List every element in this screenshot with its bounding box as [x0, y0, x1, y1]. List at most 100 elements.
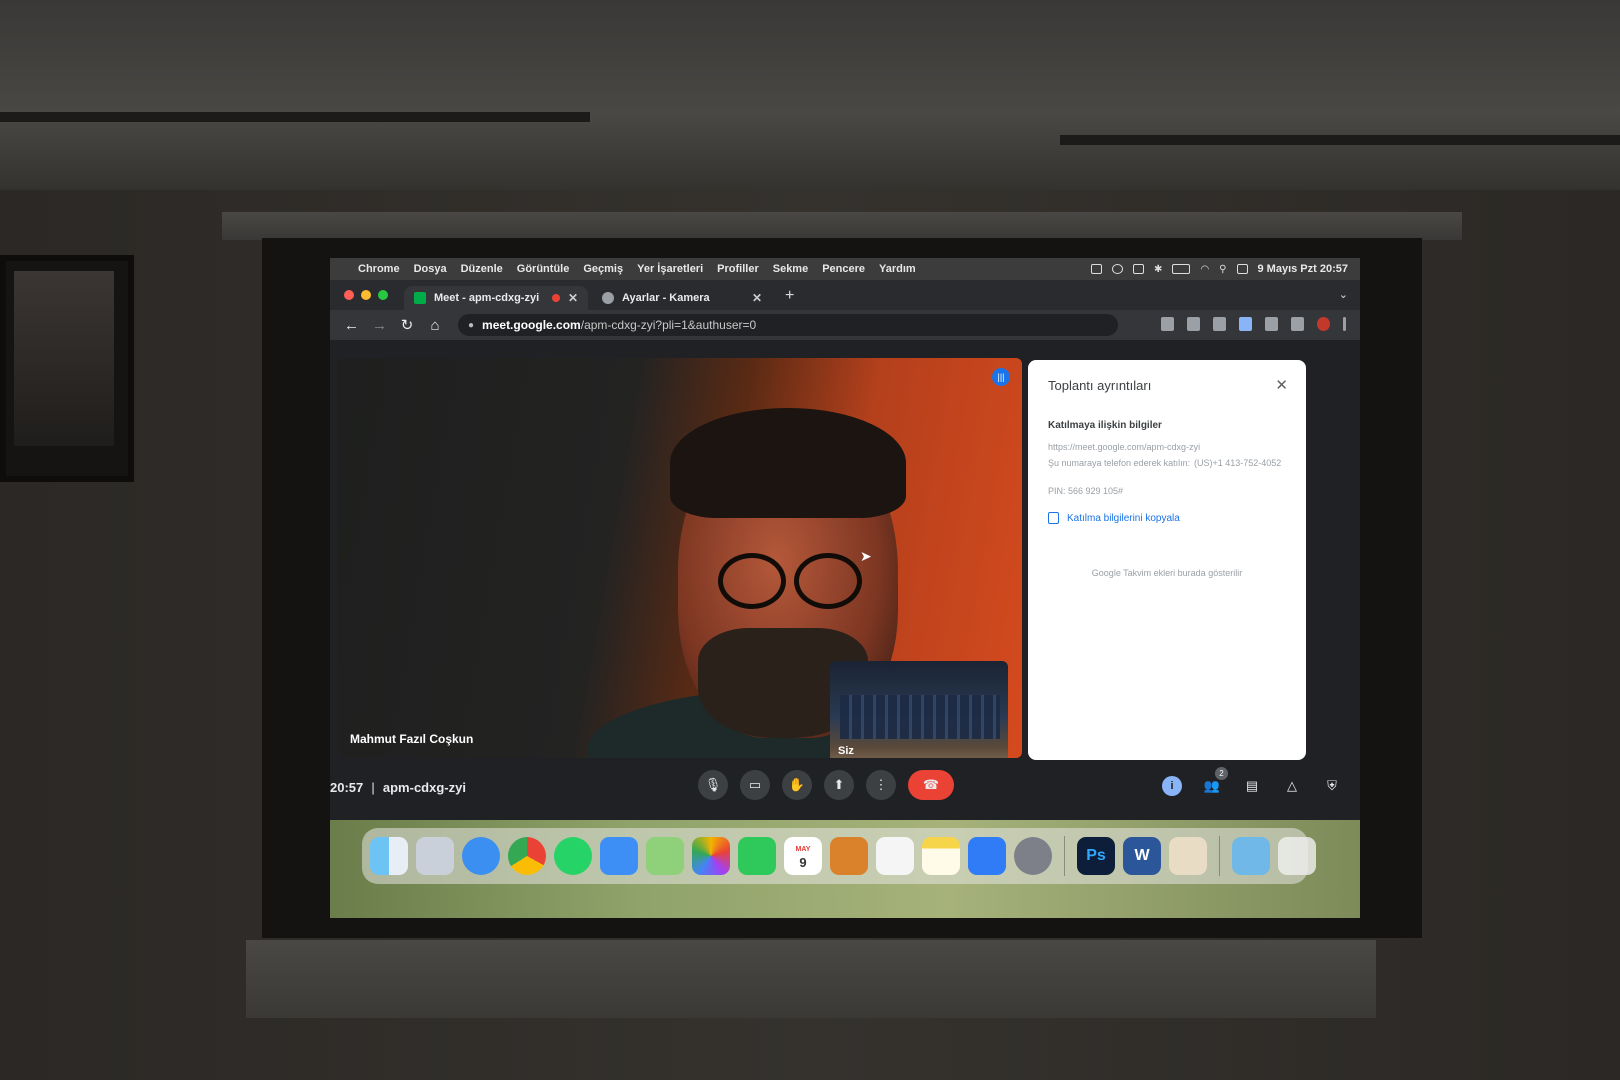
close-tab-icon[interactable]: ✕ [568, 291, 578, 305]
dial-in-pin: PIN: 566 929 105# [1048, 486, 1124, 496]
app-store-icon[interactable] [968, 837, 1006, 875]
home-button[interactable]: ⌂ [428, 317, 442, 334]
ceiling-light-strip [1060, 135, 1620, 145]
speaker-glasses [718, 553, 786, 609]
contacts-icon[interactable] [830, 837, 868, 875]
meeting-time: 20:57 [330, 780, 364, 795]
control-center-icon[interactable] [1236, 264, 1248, 274]
menu-item-duzenle[interactable]: Düzenle [461, 263, 503, 275]
safari-icon[interactable] [462, 837, 500, 875]
menu-item-goruntule[interactable]: Görüntüle [517, 263, 570, 275]
address-bar[interactable]: ● meet.google.com /apm-cdxg-zyi?pli=1&au… [458, 314, 1118, 336]
side-panel-icon[interactable] [1291, 317, 1304, 331]
close-panel-icon[interactable]: ✕ [1275, 376, 1288, 394]
share-icon[interactable] [1187, 317, 1200, 331]
tab-meet[interactable]: Meet - apm-cdxg-zyi ✕ [404, 286, 588, 310]
word-icon[interactable]: W [1123, 837, 1161, 875]
microphone-button[interactable]: 🎙 [698, 770, 728, 800]
host-controls-button[interactable]: ⛨ [1322, 776, 1342, 796]
gear-icon [602, 292, 614, 304]
speaker-name-label: Mahmut Fazıl Coşkun [350, 732, 474, 746]
tab-search-icon[interactable]: ⌄ [1339, 288, 1348, 301]
close-tab-icon[interactable]: ✕ [752, 291, 762, 305]
dock: MAY 9 Ps W [362, 828, 1316, 884]
tab-strip: Meet - apm-cdxg-zyi ✕ Ayarlar - Kamera ✕… [330, 280, 1360, 310]
extensions-puzzle-icon[interactable] [1265, 317, 1278, 331]
downloads-folder-icon[interactable] [1232, 837, 1270, 875]
menu-item-yer-isaretleri[interactable]: Yer İşaretleri [637, 263, 703, 275]
meeting-link[interactable]: https://meet.google.com/apm-cdxg-zyi [1048, 442, 1200, 452]
camera-button[interactable]: ▭ [740, 770, 770, 800]
system-preferences-icon[interactable] [1014, 837, 1052, 875]
wall-portrait [0, 255, 134, 482]
photos-icon[interactable] [692, 837, 730, 875]
meeting-info: 20:57 | apm-cdxg-zyi [330, 780, 466, 795]
copy-join-info-button[interactable]: Katılma bilgilerini kopyala [1048, 512, 1180, 524]
side-controls: i 👥 2 ▤ △ ⛨ [1162, 767, 1342, 796]
photoshop-icon[interactable]: Ps [1077, 837, 1115, 875]
meeting-controls: 20:57 | apm-cdxg-zyi 🎙 ▭ ✋ ⬆ ⋮ ☎ i 👥 2 ▤ △ … [330, 767, 1360, 820]
url-path: /apm-cdxg-zyi?pli=1&authuser=0 [580, 318, 757, 332]
meeting-details-panel: Toplantı ayrıntıları ✕ Katılmaya ilişkin… [1028, 360, 1306, 760]
menu-item-profiller[interactable]: Profiller [717, 263, 759, 275]
close-window-button[interactable] [344, 290, 354, 300]
speaker-glasses [794, 553, 862, 609]
menu-app-name[interactable]: Chrome [358, 263, 400, 275]
minimize-window-button[interactable] [361, 290, 371, 300]
spotlight-search-icon[interactable]: ⚲ [1219, 264, 1226, 275]
activities-button[interactable]: △ [1282, 776, 1302, 796]
present-screen-button[interactable]: ⬆ [824, 770, 854, 800]
profile-avatar[interactable] [1317, 317, 1330, 331]
maps-icon[interactable] [646, 837, 684, 875]
facetime-icon[interactable] [738, 837, 776, 875]
back-button[interactable]: ← [344, 317, 359, 334]
menu-item-gecmis[interactable]: Geçmiş [583, 263, 623, 275]
raise-hand-button[interactable]: ✋ [782, 770, 812, 800]
reminders-icon[interactable] [876, 837, 914, 875]
chrome-icon[interactable] [508, 837, 546, 875]
menu-item-sekme[interactable]: Sekme [773, 263, 808, 275]
browser-menu-icon[interactable] [1343, 317, 1346, 331]
tab-label: Meet - apm-cdxg-zyi [434, 292, 540, 304]
menu-item-yardim[interactable]: Yardım [879, 263, 916, 275]
camera-in-use-icon[interactable] [1161, 317, 1174, 331]
reload-button[interactable]: ↻ [400, 316, 414, 334]
screen-mirror-icon[interactable] [1133, 264, 1145, 274]
bookmark-star-icon[interactable] [1213, 317, 1226, 331]
status-menu-icon[interactable] [1091, 264, 1103, 274]
launchpad-icon[interactable] [416, 837, 454, 875]
panel-title: Toplantı ayrıntıları [1048, 378, 1152, 393]
wifi-icon[interactable]: ◠ [1200, 264, 1209, 275]
bluetooth-icon[interactable]: ✱ [1154, 264, 1162, 275]
dial-in-text: Şu numaraya telefon ederek katılın: [1048, 458, 1191, 468]
meeting-details-button[interactable]: i [1162, 776, 1182, 796]
forward-button[interactable]: → [372, 317, 387, 334]
end-call-button[interactable]: ☎ [908, 770, 954, 800]
room-ceiling [0, 0, 1620, 190]
more-options-button[interactable]: ⋮ [866, 770, 896, 800]
mouse-pointer-icon: ➤ [860, 548, 872, 564]
zoom-window-button[interactable] [378, 290, 388, 300]
whatsapp-icon[interactable] [554, 837, 592, 875]
tab-settings-camera[interactable]: Ayarlar - Kamera ✕ [592, 286, 772, 310]
menu-item-dosya[interactable]: Dosya [414, 263, 447, 275]
finder-icon[interactable] [370, 837, 408, 875]
people-button[interactable]: 👥 2 [1202, 767, 1228, 796]
preview-icon[interactable] [1169, 837, 1207, 875]
main-video-tile[interactable]: ||| Mahmut Fazıl Coşkun Siz [338, 358, 1022, 758]
calendar-icon[interactable]: MAY 9 [784, 837, 822, 875]
extension-icon[interactable] [1239, 317, 1252, 331]
call-controls: 🎙 ▭ ✋ ⬆ ⋮ ☎ [698, 770, 954, 800]
lock-icon[interactable]: ● [468, 320, 474, 331]
self-view-tile[interactable]: Siz [830, 661, 1008, 758]
menu-item-pencere[interactable]: Pencere [822, 263, 865, 275]
trash-icon[interactable] [1278, 837, 1316, 875]
menu-clock[interactable]: 9 Mayıs Pzt 20:57 [1258, 263, 1349, 275]
notes-icon[interactable] [922, 837, 960, 875]
chat-button[interactable]: ▤ [1242, 776, 1262, 796]
dial-in-number[interactable]: (US)+1 413-752-4052 [1194, 456, 1284, 470]
new-tab-button[interactable]: + [785, 287, 794, 305]
creative-cloud-icon[interactable] [1112, 264, 1124, 274]
battery-icon[interactable] [1172, 264, 1191, 274]
mail-icon[interactable] [600, 837, 638, 875]
